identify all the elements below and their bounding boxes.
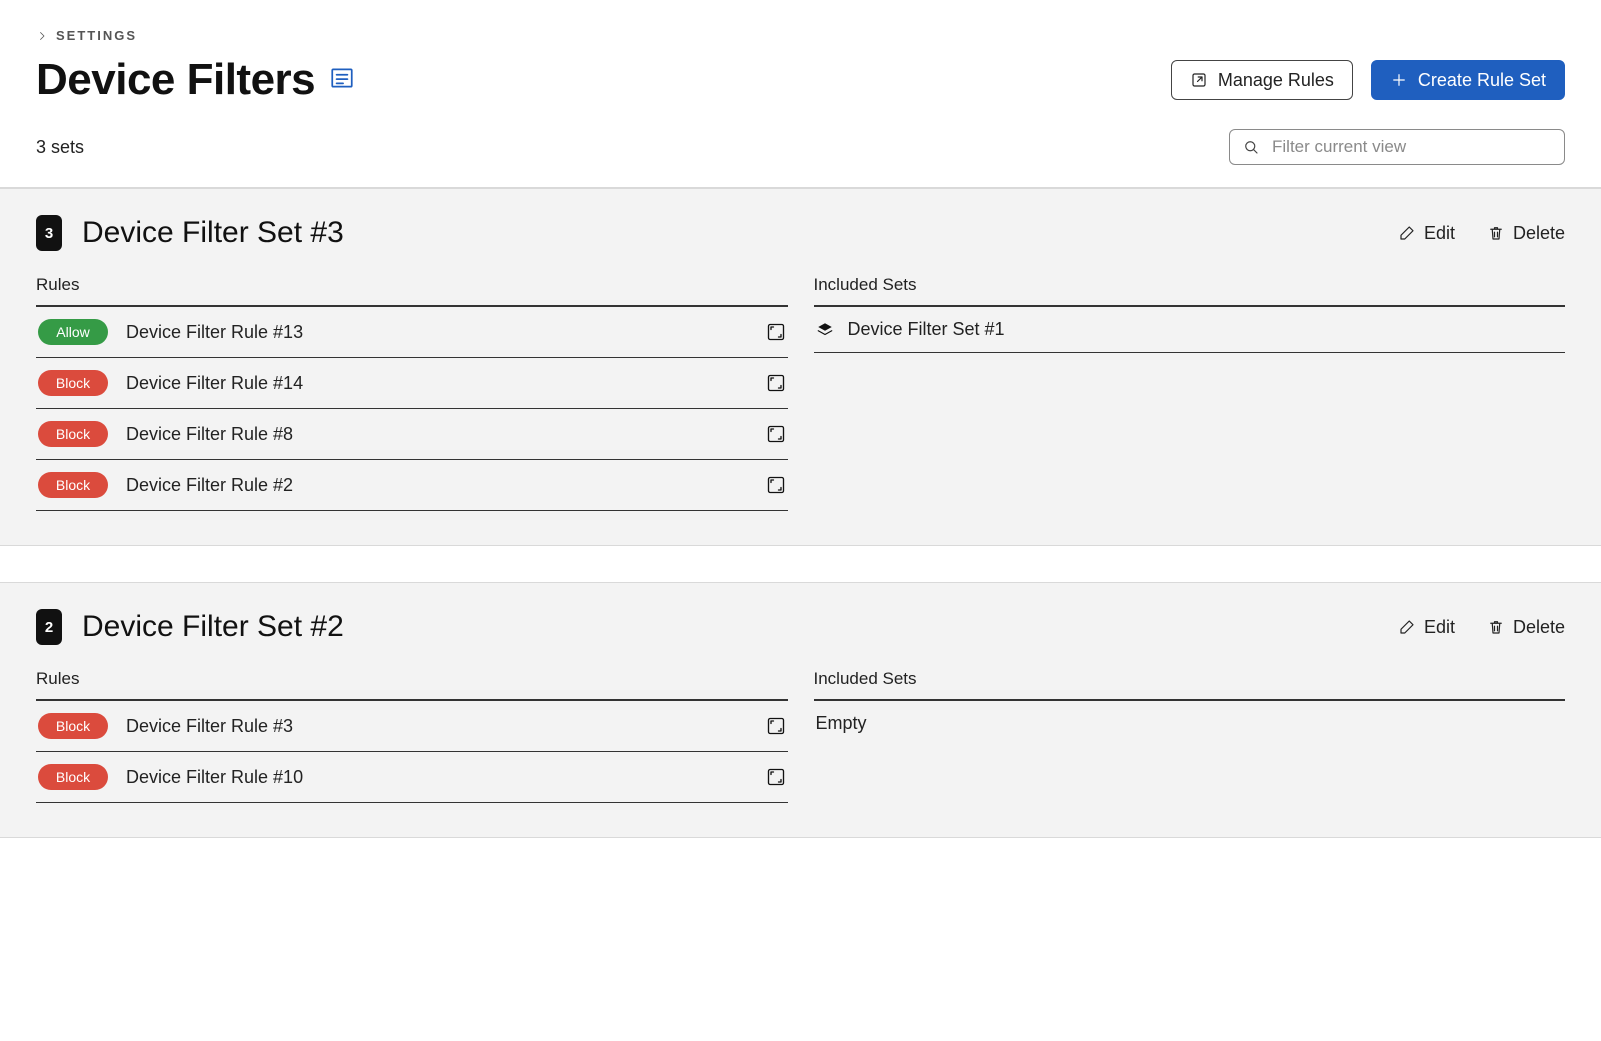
expand-button[interactable] bbox=[766, 716, 786, 736]
expand-icon bbox=[766, 424, 786, 444]
expand-icon bbox=[766, 716, 786, 736]
filter-set: 2 Device Filter Set #2 Edit Delete Rules… bbox=[0, 582, 1601, 838]
expand-button[interactable] bbox=[766, 322, 786, 342]
set-order-badge: 3 bbox=[36, 215, 62, 251]
plus-icon bbox=[1390, 71, 1408, 89]
filter-set: 3 Device Filter Set #3 Edit Delete Rules… bbox=[0, 188, 1601, 546]
external-link-icon bbox=[1190, 71, 1208, 89]
rules-header: Rules bbox=[36, 275, 788, 307]
rule-label: Device Filter Rule #13 bbox=[126, 322, 748, 343]
delete-button[interactable]: Delete bbox=[1487, 223, 1565, 244]
trash-icon bbox=[1487, 618, 1505, 636]
list-view-icon[interactable] bbox=[329, 65, 355, 96]
search-icon bbox=[1242, 138, 1260, 156]
expand-icon bbox=[766, 322, 786, 342]
search-input-wrap[interactable] bbox=[1229, 129, 1565, 165]
rule-label: Device Filter Rule #2 bbox=[126, 475, 748, 496]
expand-button[interactable] bbox=[766, 424, 786, 444]
edit-button[interactable]: Edit bbox=[1398, 617, 1455, 638]
layers-icon bbox=[816, 321, 834, 339]
allow-badge: Allow bbox=[38, 319, 108, 345]
set-title: Device Filter Set #3 bbox=[82, 216, 344, 250]
block-badge: Block bbox=[38, 370, 108, 396]
chevron-right-icon bbox=[36, 30, 48, 42]
set-title: Device Filter Set #2 bbox=[82, 610, 344, 644]
delete-label: Delete bbox=[1513, 617, 1565, 638]
block-badge: Block bbox=[38, 764, 108, 790]
expand-icon bbox=[766, 767, 786, 787]
block-badge: Block bbox=[38, 713, 108, 739]
delete-label: Delete bbox=[1513, 223, 1565, 244]
edit-label: Edit bbox=[1424, 617, 1455, 638]
included-set-label: Device Filter Set #1 bbox=[848, 319, 1564, 340]
rules-header: Rules bbox=[36, 669, 788, 701]
rule-label: Device Filter Rule #14 bbox=[126, 373, 748, 394]
block-badge: Block bbox=[38, 421, 108, 447]
edit-icon bbox=[1398, 224, 1416, 242]
create-rule-set-label: Create Rule Set bbox=[1418, 71, 1546, 89]
edit-icon bbox=[1398, 618, 1416, 636]
trash-icon bbox=[1487, 224, 1505, 242]
search-input[interactable] bbox=[1270, 136, 1552, 158]
expand-icon bbox=[766, 475, 786, 495]
included-sets-empty: Empty bbox=[814, 701, 1566, 734]
block-badge: Block bbox=[38, 472, 108, 498]
rule-row[interactable]: Block Device Filter Rule #8 bbox=[36, 409, 788, 460]
breadcrumb[interactable]: Settings bbox=[36, 28, 1565, 43]
included-sets-header: Included Sets bbox=[814, 669, 1566, 701]
expand-icon bbox=[766, 373, 786, 393]
rule-label: Device Filter Rule #10 bbox=[126, 767, 748, 788]
included-set-row[interactable]: Device Filter Set #1 bbox=[814, 307, 1566, 353]
set-count: 3 sets bbox=[36, 137, 84, 158]
breadcrumb-label: Settings bbox=[56, 28, 137, 43]
included-sets-header: Included Sets bbox=[814, 275, 1566, 307]
edit-label: Edit bbox=[1424, 223, 1455, 244]
set-order-badge: 2 bbox=[36, 609, 62, 645]
page-title: Device Filters bbox=[36, 55, 315, 105]
rule-label: Device Filter Rule #3 bbox=[126, 716, 748, 737]
edit-button[interactable]: Edit bbox=[1398, 223, 1455, 244]
rule-row[interactable]: Block Device Filter Rule #2 bbox=[36, 460, 788, 511]
expand-button[interactable] bbox=[766, 475, 786, 495]
manage-rules-label: Manage Rules bbox=[1218, 71, 1334, 89]
rule-row[interactable]: Block Device Filter Rule #10 bbox=[36, 752, 788, 803]
manage-rules-button[interactable]: Manage Rules bbox=[1171, 60, 1353, 100]
rule-label: Device Filter Rule #8 bbox=[126, 424, 748, 445]
create-rule-set-button[interactable]: Create Rule Set bbox=[1371, 60, 1565, 100]
rule-row[interactable]: Block Device Filter Rule #14 bbox=[36, 358, 788, 409]
delete-button[interactable]: Delete bbox=[1487, 617, 1565, 638]
rule-row[interactable]: Block Device Filter Rule #3 bbox=[36, 701, 788, 752]
expand-button[interactable] bbox=[766, 373, 786, 393]
rule-row[interactable]: Allow Device Filter Rule #13 bbox=[36, 307, 788, 358]
expand-button[interactable] bbox=[766, 767, 786, 787]
